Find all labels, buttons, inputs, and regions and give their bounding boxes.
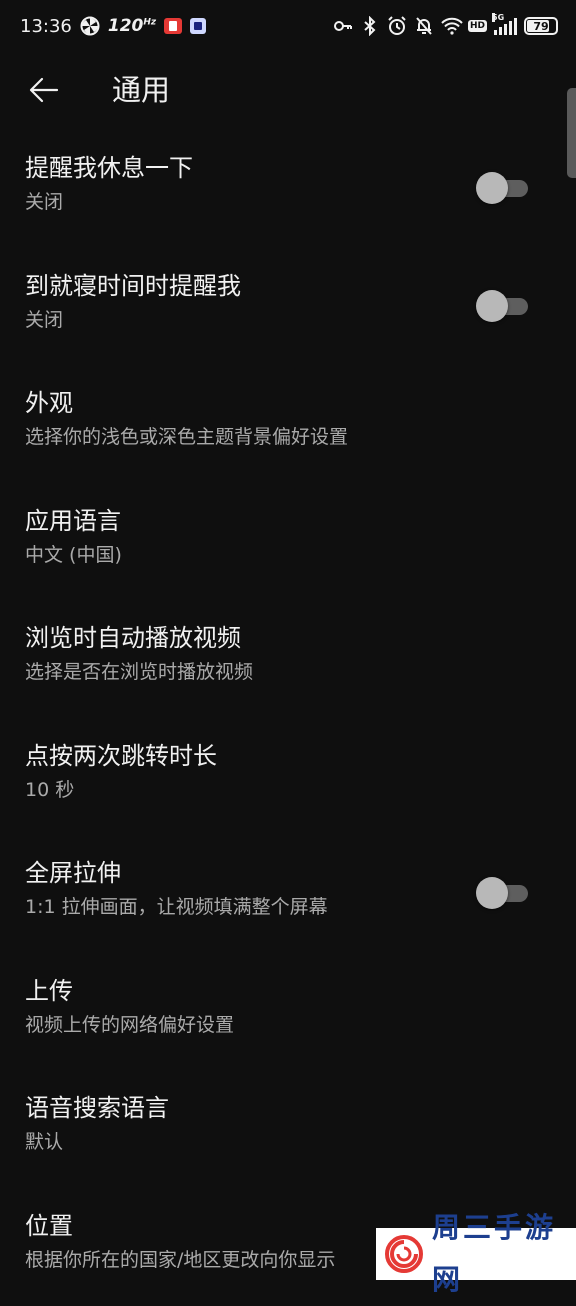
setting-subtitle: 视频上传的网络偏好设置 — [25, 1013, 235, 1036]
watermark-text: 周三手游网 — [432, 1211, 557, 1296]
watermark: 周三手游网 — [376, 1211, 576, 1296]
app-header: 通用 — [0, 60, 576, 120]
setting-item[interactable]: 语音搜索语言 默认 — [0, 1069, 576, 1187]
setting-title: 上传 — [25, 976, 73, 1005]
signal-icon: 5G — [492, 13, 517, 35]
swirl-logo-icon — [384, 1234, 424, 1274]
setting-item[interactable]: 点按两次跳转时长 10 秒 — [0, 717, 576, 835]
bluetooth-icon — [360, 15, 380, 37]
arrow-left-icon — [29, 77, 59, 103]
status-bar: 13:36 120Hz HD 5G 79 — [0, 0, 576, 52]
setting-item[interactable]: 全屏拉伸 1:1 拉伸画面，让视频填满整个屏幕 — [0, 834, 576, 952]
toggle-switch[interactable] — [476, 289, 528, 323]
wifi-icon — [441, 16, 463, 36]
refresh-rate-unit: Hz — [143, 17, 157, 28]
setting-item[interactable]: 外观选择你的浅色或深色主题背景偏好设置 — [0, 364, 576, 482]
setting-item[interactable]: 应用语言中文 (中国) — [0, 482, 576, 600]
setting-item[interactable]: 提醒我休息一下 关闭 — [0, 129, 576, 247]
status-bar-right: HD 5G 79 — [333, 13, 558, 37]
app-notification-icon — [190, 18, 207, 34]
setting-title: 提醒我休息一下 — [25, 154, 193, 182]
setting-subtitle: 1:1 拉伸画面，让视频填满整个屏幕 — [25, 896, 328, 918]
refresh-rate: 120Hz — [108, 16, 156, 36]
setting-subtitle: 关闭 — [25, 308, 64, 331]
setting-title: 点按两次跳转时长 — [25, 741, 217, 770]
setting-title: 到就寝时间时提醒我 — [25, 271, 241, 300]
page-title: 通用 — [112, 73, 171, 107]
setting-subtitle: 关闭 — [25, 191, 64, 213]
setting-subtitle: 选择是否在浏览时播放视频 — [25, 661, 254, 683]
toggle-knob — [476, 172, 508, 204]
setting-title: 外观 — [25, 389, 73, 417]
setting-subtitle: 中文 (中国) — [25, 543, 122, 566]
hd-icon: HD — [467, 20, 487, 32]
refresh-rate-value: 120 — [107, 16, 144, 36]
setting-subtitle: 默认 — [25, 1131, 64, 1153]
setting-title: 全屏拉伸 — [25, 859, 121, 887]
battery-icon: 79 — [524, 17, 558, 35]
toggle-switch[interactable] — [476, 876, 528, 910]
alarm-icon — [387, 16, 407, 36]
network-type: 5G — [492, 13, 505, 22]
setting-title: 应用语言 — [25, 506, 121, 535]
setting-title: 语音搜索语言 — [25, 1094, 169, 1122]
battery-level: 79 — [533, 19, 549, 33]
setting-item[interactable]: 上传视频上传的网络偏好设置 — [0, 952, 576, 1070]
pinwheel-icon — [80, 16, 100, 36]
battery-body: 79 — [524, 17, 558, 35]
status-time: 13:36 — [20, 15, 72, 37]
setting-subtitle: 10 秒 — [25, 778, 75, 801]
setting-title: 浏览时自动播放视频 — [25, 624, 241, 652]
key-icon — [333, 16, 353, 36]
setting-item[interactable]: 浏览时自动播放视频选择是否在浏览时播放视频 — [0, 599, 576, 717]
toggle-switch[interactable] — [476, 171, 528, 205]
muted-bell-icon — [414, 16, 434, 36]
youtube-app-icon — [164, 18, 183, 34]
setting-item[interactable]: 到就寝时间时提醒我关闭 — [0, 247, 576, 365]
setting-subtitle: 选择你的浅色或深色主题背景偏好设置 — [25, 426, 349, 448]
settings-list: 提醒我休息一下 关闭 到就寝时间时提醒我 关闭 外观 选择你的浅色或深色主题背景偏好设置应… — [0, 129, 576, 1304]
back-button[interactable] — [22, 68, 66, 112]
status-bar-left: 13:36 120Hz — [20, 15, 207, 37]
toggle-knob — [476, 877, 508, 909]
toggle-knob — [476, 289, 508, 322]
